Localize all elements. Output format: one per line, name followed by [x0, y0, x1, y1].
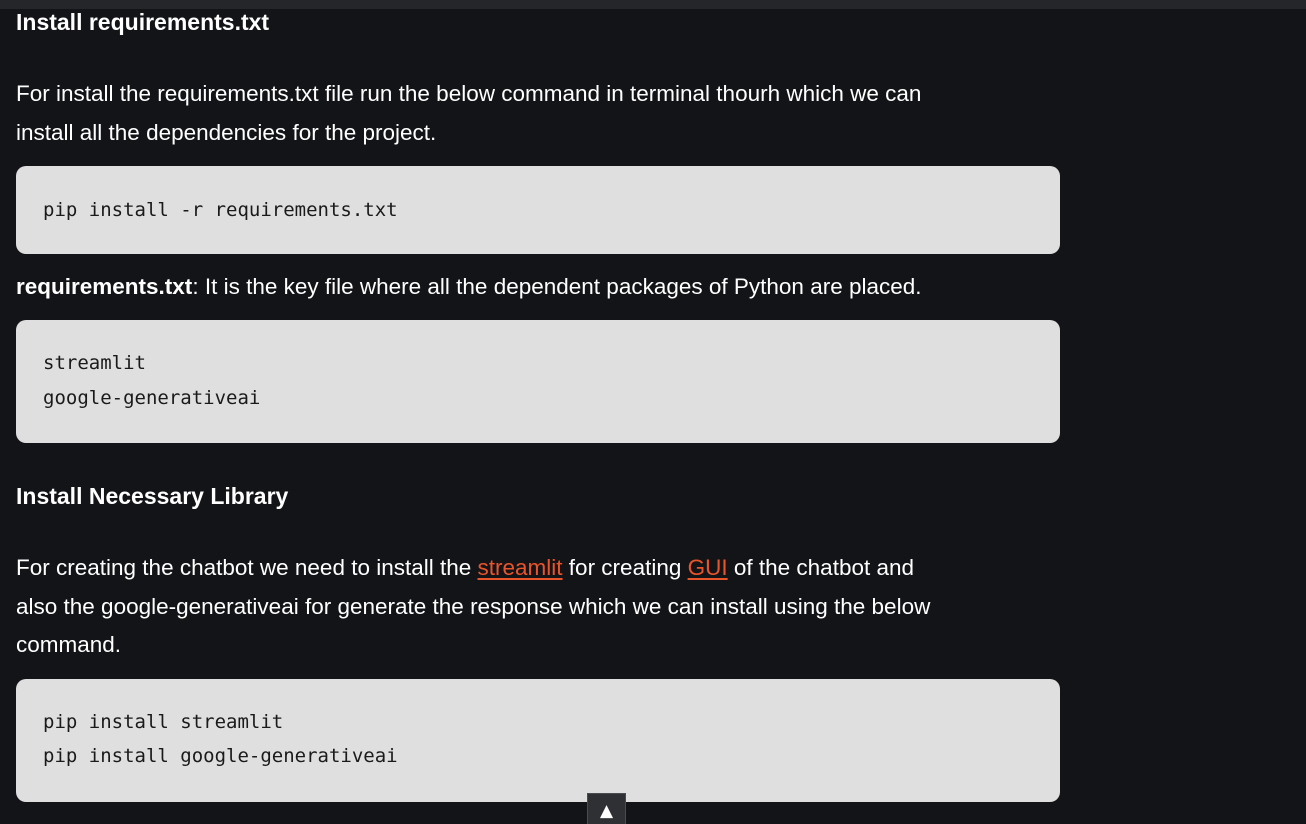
paragraph-text: for creating — [562, 555, 688, 580]
arrow-up-icon: ▲ — [599, 801, 614, 821]
paragraph-library-line1: For creating the chatbot we need to inst… — [16, 549, 1060, 588]
code-line: pip install streamlit — [43, 711, 284, 733]
heading-install-library: Install Necessary Library — [16, 483, 289, 509]
code-line: pip install -r requirements.txt — [43, 199, 398, 221]
heading-install-requirements: Install requirements.txt — [16, 9, 270, 35]
paragraph-install-line1: For install the requirements.txt file ru… — [16, 81, 922, 106]
gui-link[interactable]: GUI — [688, 555, 728, 580]
paragraph-library-line3: command. — [16, 632, 122, 657]
streamlit-link[interactable]: streamlit — [478, 555, 563, 580]
paragraph-library-line2: also the google-generativeai for generat… — [16, 594, 931, 619]
requirements-term: requirements.txt — [16, 274, 193, 299]
scroll-to-top-button[interactable]: ▲ — [587, 793, 626, 824]
requirements-description: : It is the key file where all the depen… — [192, 274, 922, 299]
code-block-pip-install: pip install streamlit pip install google… — [16, 679, 1060, 802]
paragraph-text: of the chatbot and — [727, 555, 915, 580]
paragraph-install-line2: install all the dependencies for the pro… — [16, 120, 437, 145]
code-block-requirements-file: streamlit google-generativeai — [16, 320, 1060, 443]
code-line: pip install google-generativeai — [43, 745, 398, 767]
paragraph-requirements-note: requirements.txt: It is the key file whe… — [16, 268, 1060, 307]
code-block-pip-requirements: pip install -r requirements.txt — [16, 166, 1060, 254]
code-line: streamlit — [43, 352, 146, 374]
paragraph-text: For creating the chatbot we need to inst… — [16, 555, 478, 580]
code-line: google-generativeai — [43, 387, 261, 409]
